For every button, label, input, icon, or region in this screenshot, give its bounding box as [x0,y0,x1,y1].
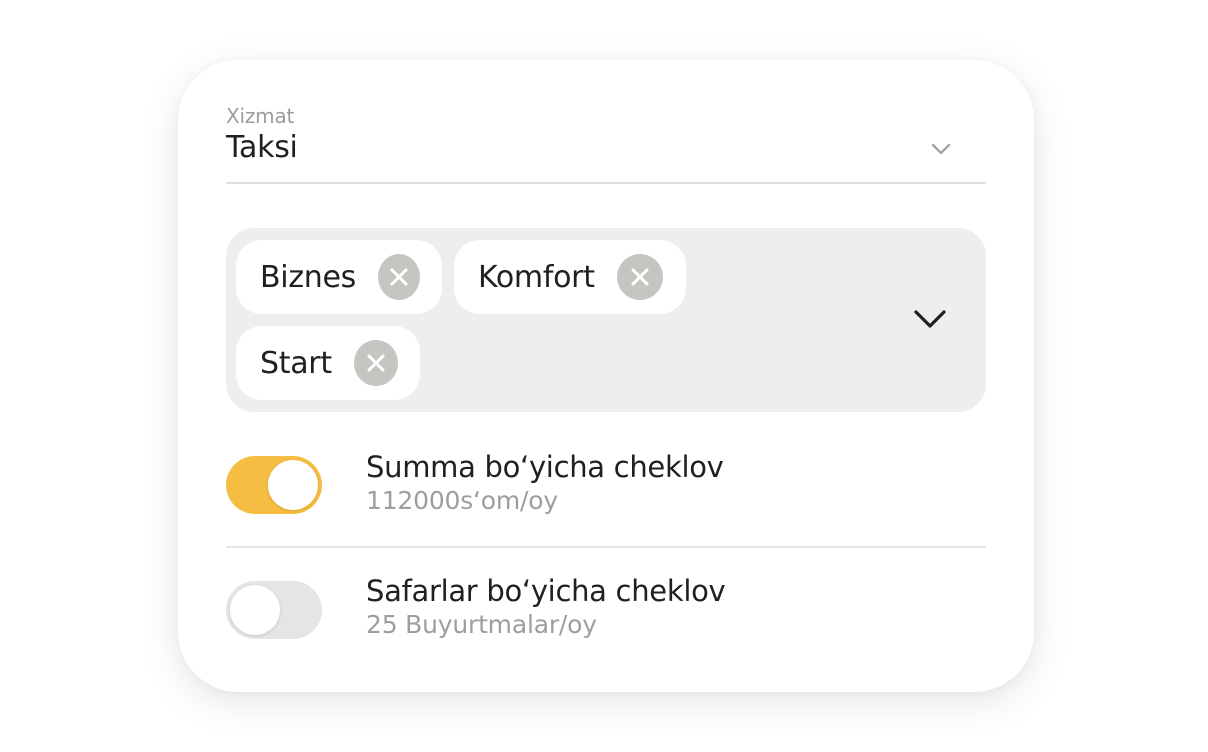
close-icon[interactable] [353,340,398,386]
tariff-chip: Start [236,326,420,400]
trips-limit-toggle[interactable] [226,581,322,639]
close-icon[interactable] [616,254,663,300]
trips-limit-title: Safarlar bo‘yicha cheklov [366,574,726,608]
amount-limit-title: Summa bo‘yicha cheklov [366,450,724,484]
tariff-chip: Komfort [454,240,686,314]
limits-card: Xizmat Taksi Biznes Komfort Start Summa … [178,60,1034,692]
toggle-knob [230,585,280,635]
divider [226,546,986,548]
close-icon[interactable] [377,254,420,300]
tariff-chip-label: Start [260,345,332,381]
tariff-chip-label: Biznes [260,259,356,295]
amount-limit-row: Summa bo‘yicha cheklov 112000s‘om/oy [226,444,986,540]
trips-limit-row: Safarlar bo‘yicha cheklov 25 Buyurtmalar… [226,568,986,664]
tariff-chip-label: Komfort [478,259,595,295]
service-select-value: Taksi [226,130,298,165]
tariff-multiselect[interactable]: Biznes Komfort Start [226,228,986,412]
toggle-knob [268,460,318,510]
amount-limit-toggle[interactable] [226,456,322,514]
trips-limit-value: 25 Buyurtmalar/oy [366,610,597,639]
chevron-down-icon[interactable] [930,138,952,160]
tariff-chip: Biznes [236,240,442,314]
service-select[interactable]: Xizmat Taksi [226,104,986,184]
amount-limit-value: 112000s‘om/oy [366,486,558,515]
chevron-down-icon[interactable] [912,306,948,332]
service-select-label: Xizmat [226,104,295,128]
